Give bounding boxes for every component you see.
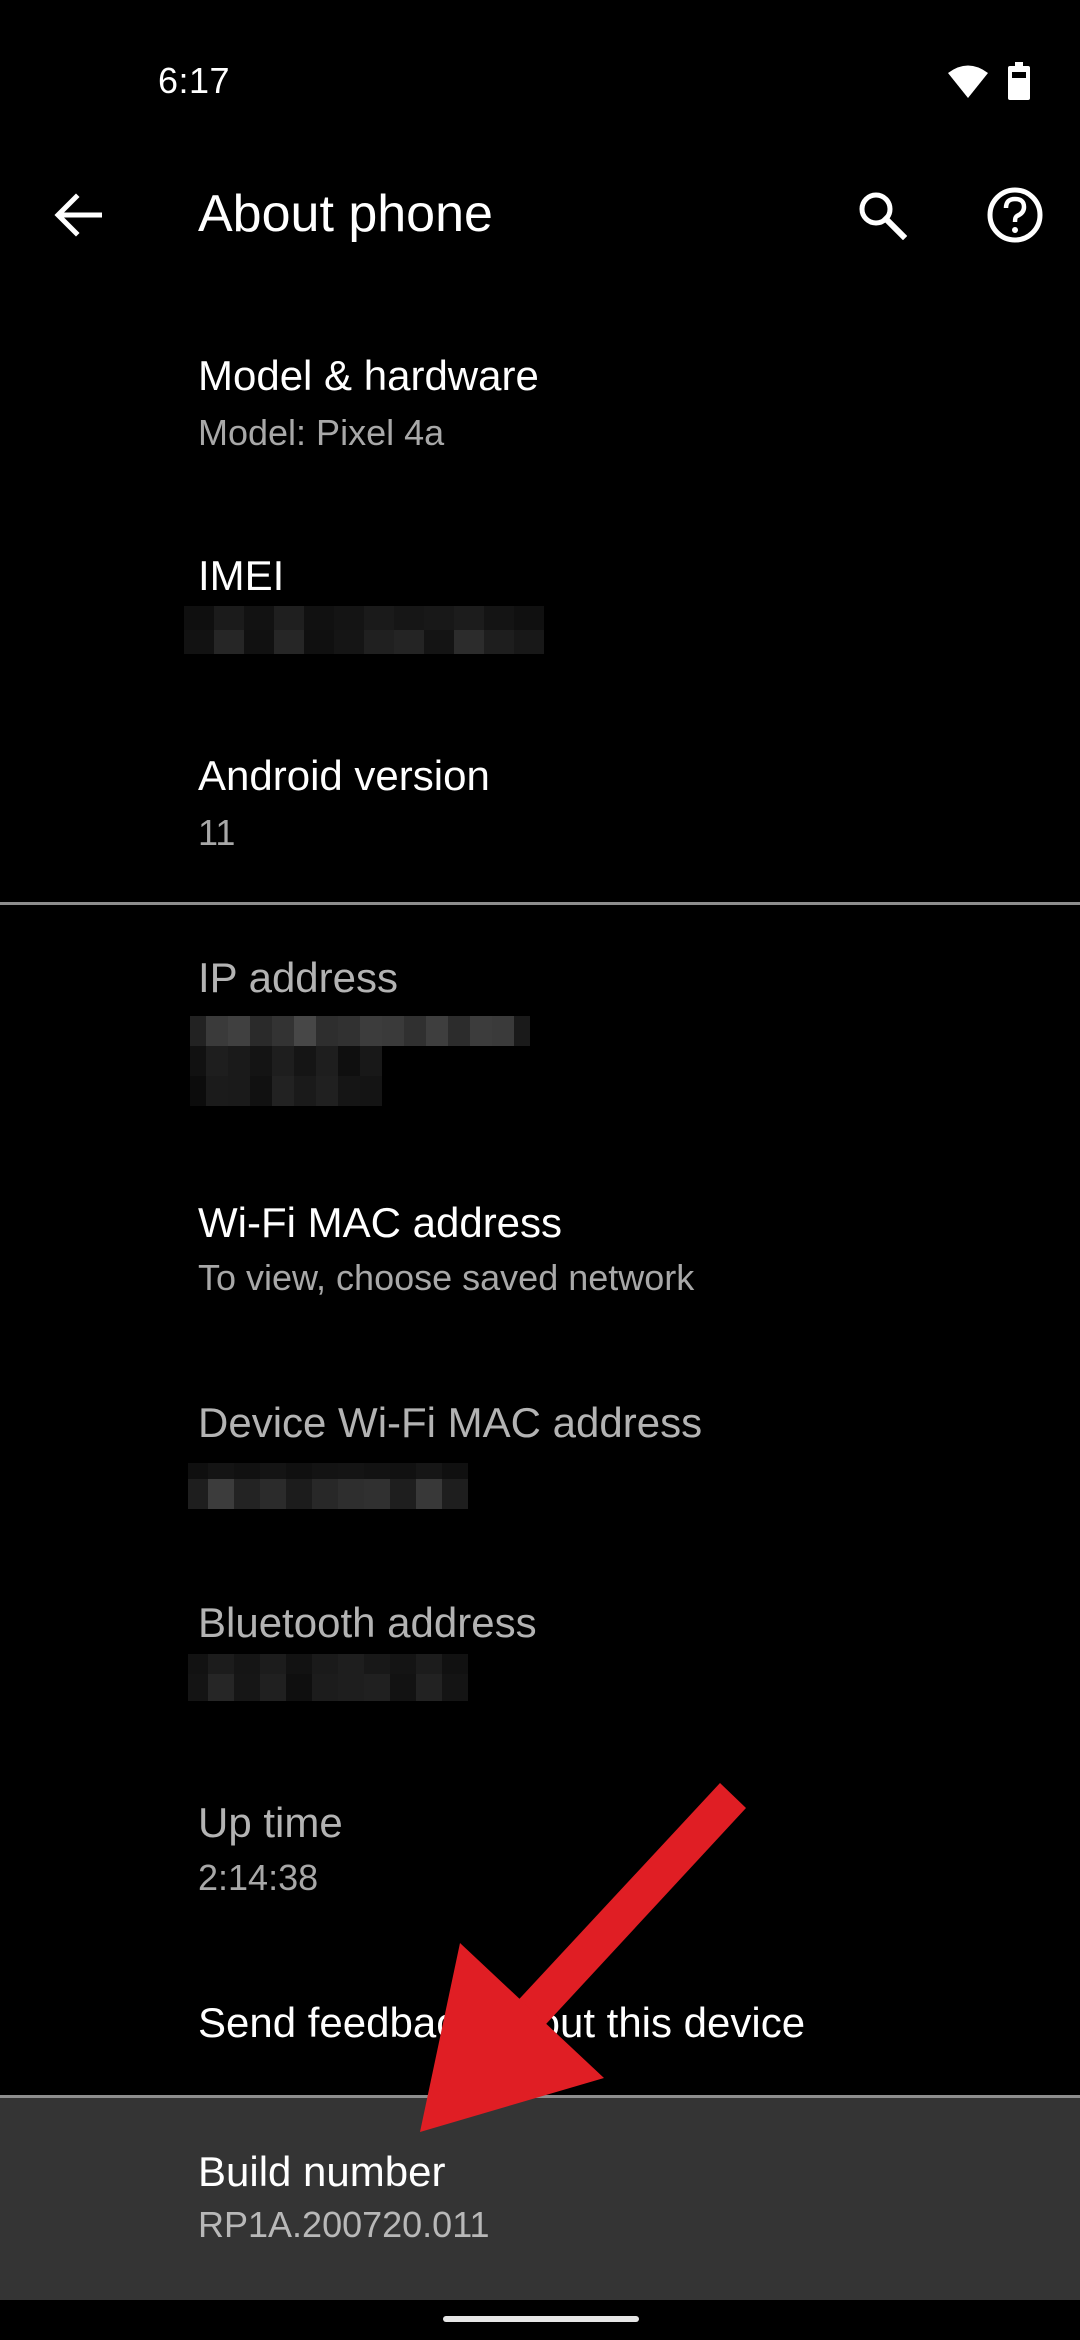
- arrow-back-icon: [54, 192, 103, 242]
- item-title: Build number: [198, 2148, 446, 2195]
- item-title: Wi-Fi MAC address: [198, 1199, 563, 1246]
- status-bar: 6:17: [0, 0, 1080, 130]
- status-icons: [948, 62, 1030, 105]
- redacted-value: [184, 606, 544, 654]
- item-summary: Model: Pixel 4a: [198, 412, 445, 453]
- list-item-ip-address[interactable]: IP address: [0, 930, 1080, 1110]
- page-title: About phone: [198, 185, 493, 243]
- item-summary: RP1A.200720.011: [198, 2204, 490, 2245]
- section-divider: [0, 902, 1080, 905]
- item-title: Up time: [198, 1799, 343, 1846]
- list-item-wifi-mac-address[interactable]: Wi-Fi MAC address To view, choose saved …: [0, 1175, 1080, 1315]
- list-item-device-wifi-mac-address[interactable]: Device Wi-Fi MAC address: [0, 1375, 1080, 1515]
- back-button[interactable]: [38, 182, 118, 252]
- item-title: Send feedback about this device: [198, 1999, 806, 2046]
- help-circle-icon: [986, 186, 1044, 249]
- status-time: 6:17: [158, 60, 231, 101]
- search-button[interactable]: [845, 182, 919, 252]
- redacted-value: [190, 1016, 530, 1106]
- app-bar: About phone: [0, 160, 1080, 272]
- list-item-imei[interactable]: IMEI: [0, 530, 1080, 670]
- item-title: Model & hardware: [198, 352, 539, 399]
- list-item-model-hardware[interactable]: Model & hardware Model: Pixel 4a: [0, 330, 1080, 460]
- item-title: Device Wi-Fi MAC address: [198, 1399, 703, 1446]
- list-item-android-version[interactable]: Android version 11: [0, 730, 1080, 870]
- item-summary: To view, choose saved network: [198, 1257, 695, 1298]
- item-title: IMEI: [198, 552, 285, 599]
- help-button[interactable]: [978, 182, 1052, 252]
- item-title: Android version: [198, 752, 490, 799]
- item-title: Bluetooth address: [198, 1599, 537, 1646]
- item-title: IP address: [198, 954, 399, 1001]
- wifi-icon: [948, 64, 988, 103]
- redacted-value: [188, 1654, 468, 1701]
- list-item-build-number[interactable]: Build number RP1A.200720.011: [0, 2098, 1080, 2300]
- battery-icon: [1008, 62, 1030, 105]
- list-item-up-time[interactable]: Up time 2:14:38: [0, 1775, 1080, 1915]
- item-summary: 2:14:38: [198, 1857, 319, 1898]
- redacted-value: [188, 1463, 468, 1509]
- item-summary: 11: [198, 812, 236, 853]
- gesture-nav-handle[interactable]: [443, 2316, 639, 2322]
- search-icon: [857, 190, 908, 245]
- list-item-bluetooth-address[interactable]: Bluetooth address: [0, 1575, 1080, 1715]
- list-item-send-feedback[interactable]: Send feedback about this device: [0, 1975, 1080, 2095]
